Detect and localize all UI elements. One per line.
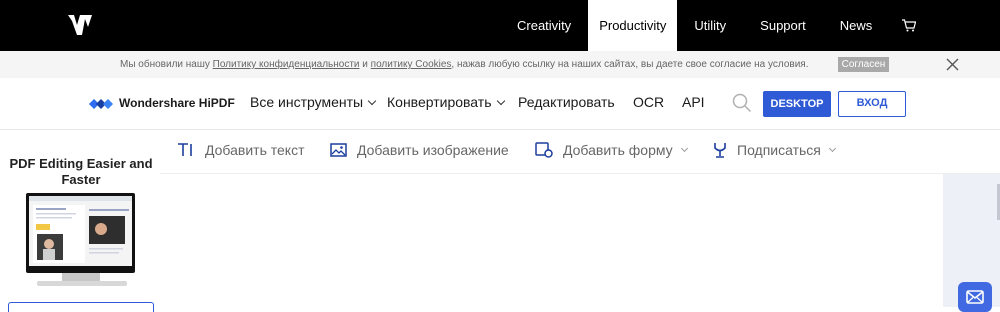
nav-label: OCR (633, 94, 665, 110)
nav-ocr[interactable]: OCR (633, 94, 664, 110)
monitor-stand (62, 273, 100, 281)
promo-title: PDF Editing Easier and Faster (9, 156, 153, 187)
nav-all-tools[interactable]: Все инструменты (250, 94, 377, 110)
cookie-text-part: , нажав любую ссылку на наших сайтах, вы… (451, 59, 809, 70)
contact-mail-button[interactable] (958, 282, 992, 312)
topnav-news[interactable]: News (823, 0, 890, 51)
monitor-screen (29, 196, 132, 266)
login-button[interactable]: ВХОД (838, 91, 906, 117)
text-icon (178, 143, 192, 156)
topnav-creativity[interactable]: Creativity (500, 0, 588, 51)
cookie-notice: Мы обновили нашу Политику конфиденциальн… (0, 51, 1000, 78)
cart-button[interactable] (889, 0, 929, 51)
tool-add-image[interactable]: Добавить изображение (330, 142, 509, 158)
privacy-policy-link[interactable]: Политику конфиденциальности (213, 59, 360, 70)
desktop-button[interactable]: DESKTOP (763, 91, 831, 117)
screenshot-illustration (29, 196, 132, 263)
brand-name[interactable]: Wondershare HiPDF (119, 96, 235, 110)
product-nav: Wondershare HiPDF Все инструменты Конвер… (0, 78, 1000, 130)
cookie-text-part: Мы обновили нашу (120, 59, 213, 70)
tool-add-shape[interactable]: Добавить форму (535, 142, 688, 158)
tool-label: Подписаться (737, 142, 821, 158)
hipdf-logo-icon[interactable] (89, 96, 113, 112)
chevron-down-icon (496, 96, 505, 106)
mail-icon (966, 290, 984, 304)
promo-panel: PDF Editing Easier and Faster (0, 130, 160, 312)
nav-label: Все инструменты (250, 94, 364, 110)
monitor-image (26, 193, 135, 273)
tool-sign[interactable]: Подписаться (713, 142, 836, 158)
cookie-text: Мы обновили нашу Политику конфиденциальн… (120, 59, 808, 70)
topnav-support[interactable]: Support (743, 0, 823, 51)
chevron-down-icon (828, 144, 836, 152)
editor-toolbar: Добавить текст Добавить изображение Доба… (160, 130, 1000, 174)
image-icon (330, 143, 347, 157)
top-bar: Creativity Productivity Utility Support … (0, 0, 1000, 51)
monitor-base (37, 281, 127, 286)
topnav-utility[interactable]: Utility (677, 0, 743, 51)
chevron-down-icon (367, 96, 377, 106)
nav-api[interactable]: API (682, 94, 705, 110)
tool-add-text[interactable]: Добавить текст (177, 142, 305, 158)
cookie-agree-button[interactable]: Согласен (838, 57, 889, 72)
cookie-text-part: и (359, 59, 371, 70)
nav-label: Редактировать (518, 94, 615, 110)
promo-button[interactable] (8, 302, 154, 312)
search-icon[interactable] (732, 93, 752, 113)
cookie-policy-link[interactable]: политику Cookies (371, 59, 452, 70)
nav-edit[interactable]: Редактировать (518, 94, 615, 110)
nav-label: Конвертировать (387, 94, 492, 110)
wondershare-logo-icon[interactable] (68, 15, 92, 35)
top-nav: Creativity Productivity Utility Support … (500, 0, 929, 51)
cart-icon (902, 19, 917, 32)
pen-icon (714, 143, 726, 158)
tool-label: Добавить текст (205, 142, 305, 158)
topnav-productivity[interactable]: Productivity (588, 0, 678, 51)
nav-label: API (682, 94, 705, 110)
tool-label: Добавить изображение (357, 142, 509, 158)
nav-convert[interactable]: Конвертировать (387, 94, 505, 110)
tool-label: Добавить форму (563, 142, 673, 158)
chevron-down-icon (680, 144, 688, 152)
shape-icon (535, 142, 553, 158)
close-icon[interactable] (946, 58, 959, 71)
